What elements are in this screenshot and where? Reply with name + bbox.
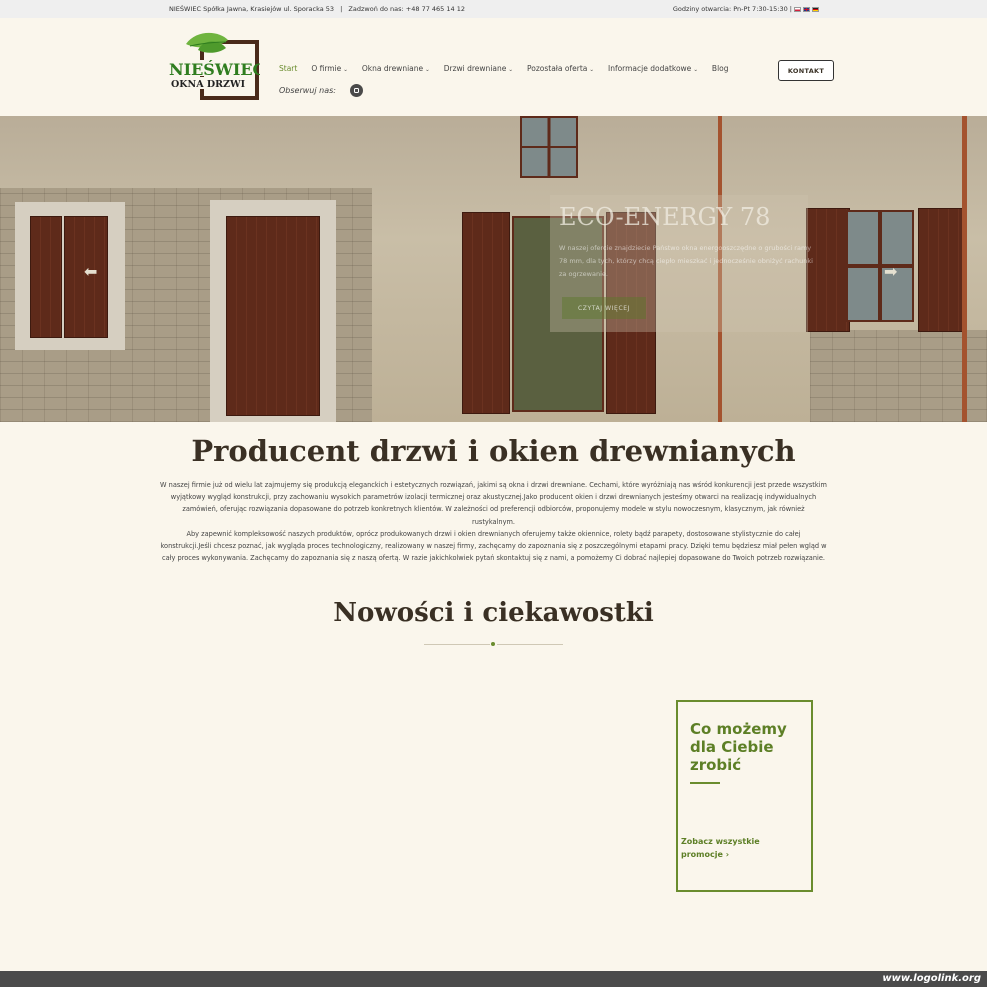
chevron-down-icon: ⌄ [425,67,430,73]
nav-label: Informacje dodatkowe [607,64,692,73]
contact-info: NIEŚWIEC Spółka Jawna, Krasiejów ul. Spo… [169,5,465,13]
nav-label: Okna drewniane [361,64,424,73]
slider-next-arrow-icon[interactable]: ➡ [884,262,897,281]
top-info-bar: NIEŚWIEC Spółka Jawna, Krasiejów ul. Spo… [0,0,987,18]
promo-title: Co możemy dla Ciebie zrobić [690,720,787,774]
separator: | [340,5,343,13]
intro-paragraph: Aby zapewnić kompleksowość naszych produ… [160,529,827,563]
nav-item-blog[interactable]: Blog [712,64,729,73]
en-flag-icon[interactable] [803,6,810,12]
nav-item-start[interactable]: Start [279,64,297,73]
company-address: NIEŚWIEC Spółka Jawna, Krasiejów ul. Spo… [169,5,335,13]
hours-text: Godziny otwarcia: Pn-Pt 7:30-15:30 | [672,5,792,13]
nav-label: O firmie [311,64,342,73]
slider-prev-arrow-icon[interactable]: ⬅ [84,262,97,281]
nav-item-okna-drewniane[interactable]: Okna drewniane ⌄ [362,64,430,73]
nav-item-pozostala-oferta[interactable]: Pozostała oferta ⌄ [527,64,594,73]
read-more-button[interactable]: CZYTAJ WIĘCEJ [562,297,646,319]
hero-door [226,216,320,416]
chevron-down-icon: ⌄ [343,67,348,73]
promo-link[interactable]: Zobacz wszystkie promocje › [681,835,801,861]
nav-label: Blog [711,64,729,73]
nav-item-drzwi-drewniane[interactable]: Drzwi drewniane ⌄ [444,64,513,73]
hero-drainpipe [962,116,967,422]
logo-graphic: NIEŚWIEC OKNA DRZWI [168,32,265,100]
promo-underline [690,782,720,784]
phone-link[interactable]: Zadzwoń do nas: +48 77 465 14 12 [348,5,465,13]
follow-label: Obserwuj nas: [279,86,336,95]
nav-label: Start [279,64,298,73]
opening-hours: Godziny otwarcia: Pn-Pt 7:30-15:30 | [673,5,819,13]
svg-text:NIEŚWIEC: NIEŚWIEC [169,59,260,79]
intro-paragraph: W naszej firmie już od wielu lat zajmuje… [160,481,827,526]
main-nav: Start O firmie ⌄ Okna drewniane ⌄ Drzwi dr… [279,64,729,73]
chevron-down-icon: ⌄ [589,67,594,73]
contact-button[interactable]: KONTAKT [778,60,834,81]
hero-shutter [462,212,510,414]
social-follow: Obserwuj nas: [279,84,363,97]
divider-dot-icon [491,642,495,646]
pl-flag-icon[interactable] [794,6,801,12]
de-flag-icon[interactable] [812,6,819,12]
hero-shutter [918,208,966,332]
nav-label: Pozostała oferta [526,64,588,73]
hero-right-window [846,210,914,322]
chevron-down-icon: ⌄ [693,67,698,73]
instagram-icon[interactable] [349,84,363,97]
nav-label: Drzwi drewniane [443,64,507,73]
site-logo[interactable]: NIEŚWIEC OKNA DRZWI [168,30,265,100]
slide-text: W naszej ofercie znajdziecie Państwo okn… [559,244,813,278]
promo-box: Co możemy dla Ciebie zrobić Zobacz wszys… [676,700,813,892]
hero-slider [0,116,987,422]
footer-bar: www.logolink.org [0,971,987,987]
watermark-text: www.logolink.org [882,973,981,984]
news-heading: Nowości i ciekawostki [333,598,654,628]
hero-shutter [30,216,62,338]
section-divider [424,642,563,646]
svg-text:OKNA DRZWI: OKNA DRZWI [171,79,246,90]
page-title: Producent drzwi i okien drewnianych [191,434,796,468]
slide-title: ECO-ENERGY 78 [559,203,771,231]
nav-item-o-firmie[interactable]: O firmie ⌄ [311,64,348,73]
nav-item-informacje-dodatkowe[interactable]: Informacje dodatkowe ⌄ [608,64,698,73]
hero-wall-stone [810,330,987,422]
chevron-down-icon: ⌄ [508,67,513,73]
hero-upper-window [520,116,578,178]
intro-text: W naszej firmie już od wielu lat zajmuje… [160,479,827,564]
